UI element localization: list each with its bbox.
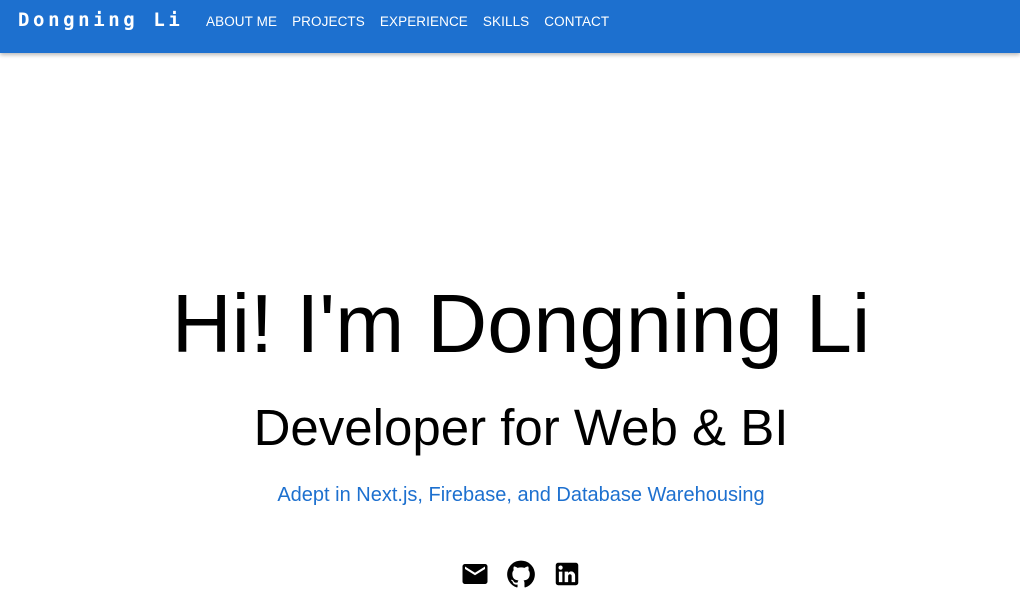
nav-link-about-me[interactable]: ABOUT ME (206, 14, 277, 29)
linkedin-icon (555, 562, 579, 586)
email-link[interactable] (460, 559, 490, 589)
hero-subtitle: Developer for Web & BI (253, 399, 789, 456)
hero-tagline: Adept in Next.js, Firebase, and Database… (277, 484, 765, 506)
nav-links: ABOUT ME PROJECTS EXPERIENCE SKILLS CONT… (206, 14, 609, 29)
linkedin-link[interactable] (552, 559, 582, 589)
social-links (460, 559, 582, 589)
site-brand-link[interactable]: Dongning Li (18, 9, 183, 31)
hero-title: Hi! I'm Dongning Li (171, 277, 871, 370)
email-icon (462, 564, 488, 584)
github-icon (507, 560, 535, 588)
nav-link-skills[interactable]: SKILLS (483, 14, 529, 29)
top-navbar: Dongning Li ABOUT ME PROJECTS EXPERIENCE… (0, 0, 1020, 53)
nav-link-projects[interactable]: PROJECTS (292, 14, 365, 29)
nav-link-contact[interactable]: CONTACT (544, 14, 609, 29)
nav-link-experience[interactable]: EXPERIENCE (380, 14, 468, 29)
github-link[interactable] (506, 559, 536, 589)
